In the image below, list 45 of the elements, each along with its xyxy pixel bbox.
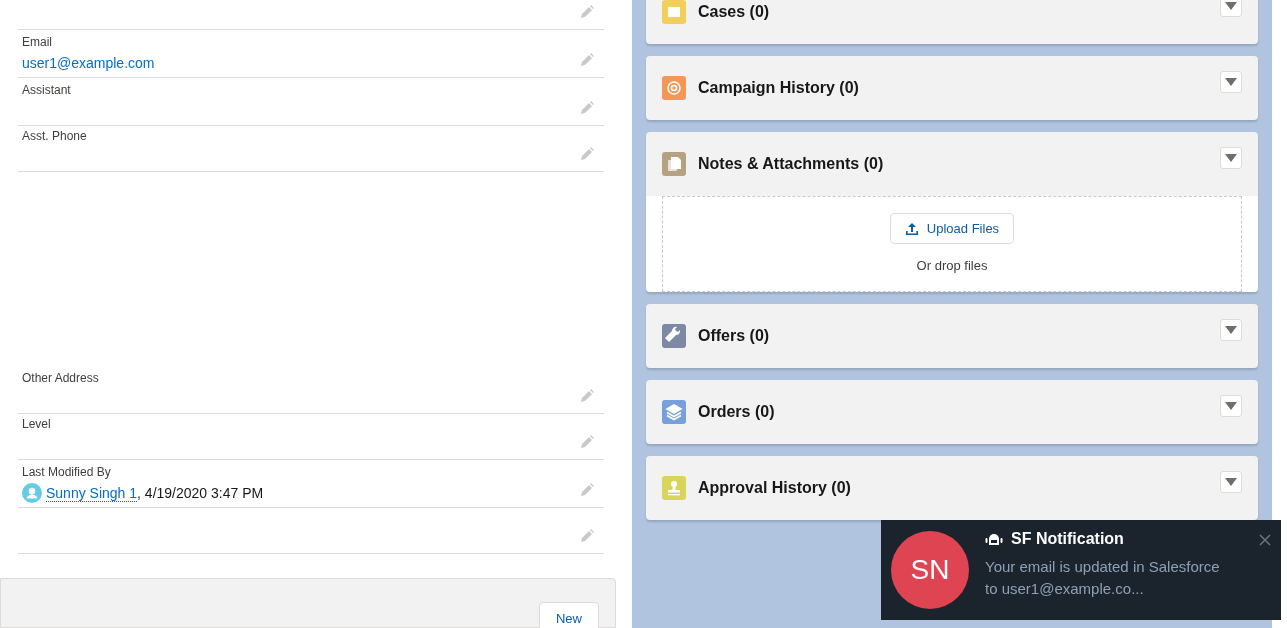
close-icon[interactable]	[1259, 534, 1271, 546]
dropdown-button[interactable]	[1220, 71, 1242, 93]
edit-pencil-icon[interactable]	[580, 53, 594, 67]
field-label: Asst. Phone	[22, 129, 88, 143]
user-avatar-icon	[22, 483, 42, 503]
file-drop-zone[interactable]: Upload Files Or drop files	[662, 196, 1242, 292]
field-label: Assistant	[22, 83, 72, 97]
dropdown-button[interactable]	[1220, 0, 1242, 17]
edit-pencil-icon[interactable]	[580, 101, 594, 115]
avatar-initials: SN	[891, 531, 969, 609]
modified-date: , 4/19/2020 3:47 PM	[137, 485, 264, 501]
dropdown-button[interactable]	[1220, 471, 1242, 493]
caret-down-icon	[1225, 2, 1237, 10]
caret-down-icon	[1225, 402, 1237, 410]
related-list-title[interactable]: Cases (0)	[698, 3, 1208, 21]
upload-files-button[interactable]: Upload Files	[889, 213, 1015, 244]
caret-down-icon	[1225, 154, 1237, 162]
edit-pencil-icon[interactable]	[580, 5, 594, 19]
edit-pencil-icon[interactable]	[580, 389, 594, 403]
edit-pencil-icon[interactable]	[580, 147, 594, 161]
related-list-title[interactable]: Orders (0)	[698, 403, 1208, 421]
related-list-title[interactable]: Approval History (0)	[698, 479, 1208, 497]
edit-pencil-icon[interactable]	[580, 483, 594, 497]
field-label: Email	[22, 35, 53, 49]
field-label: Level	[22, 417, 52, 431]
related-list-title[interactable]: Notes & Attachments (0)	[698, 155, 1208, 173]
field-label: Other Address	[22, 371, 100, 385]
caret-down-icon	[1225, 78, 1237, 86]
dropdown-button[interactable]	[1220, 147, 1242, 169]
edit-pencil-icon[interactable]	[580, 529, 594, 543]
caret-down-icon	[1225, 478, 1237, 486]
field-label: Last Modified By	[22, 465, 112, 479]
email-link[interactable]: user1@example.com	[22, 55, 155, 71]
dropdown-button[interactable]	[1220, 395, 1242, 417]
drop-hint: Or drop files	[916, 258, 988, 273]
edit-pencil-icon[interactable]	[580, 435, 594, 449]
caret-down-icon	[1225, 326, 1237, 334]
headset-icon	[985, 532, 1003, 546]
dropdown-button[interactable]	[1220, 319, 1242, 341]
related-list-title[interactable]: Campaign History (0)	[698, 79, 1208, 97]
notification-title: SF Notification	[1011, 530, 1124, 548]
related-list-title[interactable]: Offers (0)	[698, 327, 1208, 345]
upload-icon	[904, 221, 919, 236]
new-button[interactable]: New	[539, 602, 599, 628]
notification-message: Your email is updated in Salesforce to user1@example.co...	[985, 557, 1221, 599]
